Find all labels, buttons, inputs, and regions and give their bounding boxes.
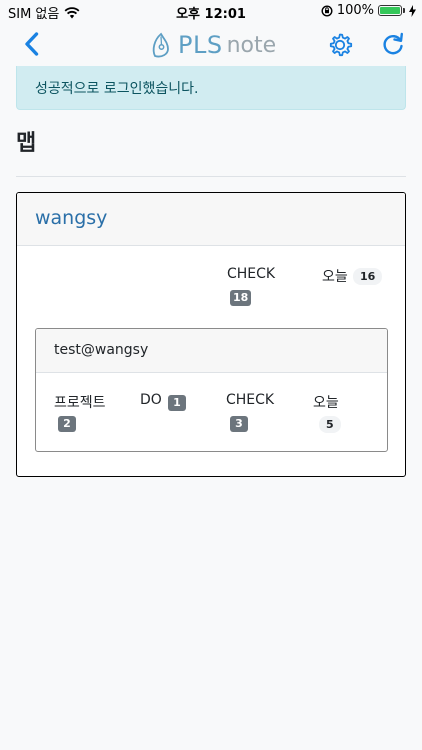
project-card-header[interactable]: test@wangsy xyxy=(36,329,387,373)
status-right: 100% xyxy=(321,3,416,18)
charging-bolt-icon xyxy=(409,4,416,17)
status-bar: SIM 없음 오후 12:01 100% xyxy=(0,0,422,22)
project-card: test@wangsy 프로젝트 2 DO 1 CHECK 3 오늘 5 xyxy=(35,328,388,452)
project-check-label: CHECK xyxy=(226,392,275,408)
gear-icon[interactable] xyxy=(326,31,354,59)
do-count-badge: 1 xyxy=(168,395,186,411)
rotation-lock-icon xyxy=(321,4,333,17)
battery-nub xyxy=(403,8,405,13)
project-label: 프로젝트 xyxy=(54,395,106,411)
battery-icon xyxy=(378,5,402,16)
navigation-bar: PLS note xyxy=(0,22,422,66)
project-today-label: 오늘 xyxy=(313,395,339,411)
user-today-badge: 16 xyxy=(353,268,383,285)
back-chevron-icon[interactable] xyxy=(20,31,46,57)
project-count-badge: 2 xyxy=(58,416,76,432)
app-logo: PLS note xyxy=(150,30,276,60)
user-name: wangsy xyxy=(35,207,108,229)
project-name: test@wangsy xyxy=(54,342,149,358)
logo-text: PLS xyxy=(178,31,223,59)
project-today-badge: 5 xyxy=(319,416,341,433)
user-card-header[interactable]: wangsy xyxy=(17,193,405,246)
pen-nib-icon xyxy=(152,32,169,58)
title-divider xyxy=(16,176,406,177)
user-card: wangsy CHECK 18 오늘 16 test@wangsy 프로젝트 2… xyxy=(16,192,406,477)
battery-percent: 100% xyxy=(336,3,374,18)
project-check-badge: 3 xyxy=(230,416,248,432)
do-label: DO xyxy=(140,392,162,408)
user-today-label: 오늘 xyxy=(322,269,348,285)
user-check-label: CHECK xyxy=(227,266,276,282)
page-title: 맵 xyxy=(16,131,37,156)
refresh-icon[interactable] xyxy=(380,31,406,57)
user-check-badge: 18 xyxy=(230,290,252,306)
logo-subtext: note xyxy=(226,32,277,58)
alert-message: 성공적으로 로그인했습니다. xyxy=(35,81,199,97)
success-alert: 성공적으로 로그인했습니다. xyxy=(16,66,406,110)
